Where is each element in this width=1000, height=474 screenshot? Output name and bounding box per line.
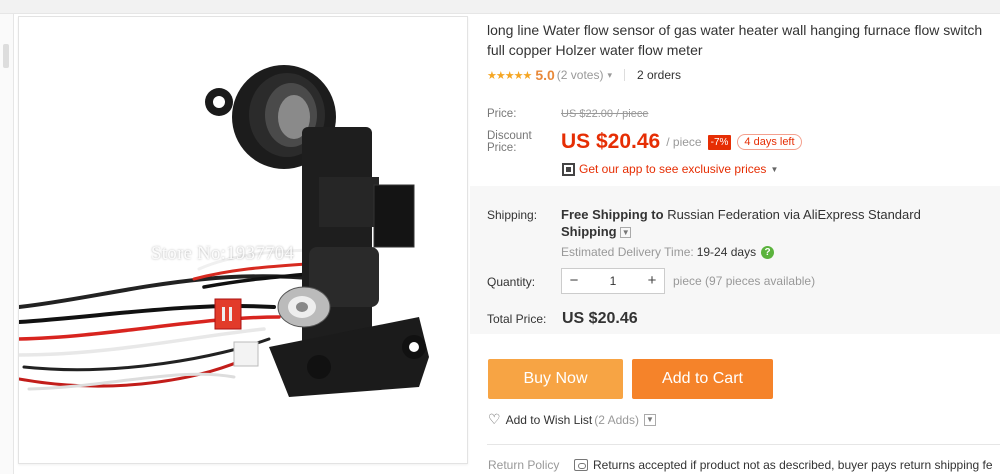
heart-icon[interactable]: ♡ xyxy=(488,411,501,428)
add-to-wishlist-link[interactable]: Add to Wish List xyxy=(506,413,593,427)
star-rating-icon: ★★★★★ xyxy=(487,69,532,82)
shipping-chevron-icon[interactable]: ▼ xyxy=(620,227,632,239)
delivery-estimate-value: 19-24 days xyxy=(696,245,757,259)
original-price-row: Price: US $22.00 / piece xyxy=(487,104,1000,124)
thumbnail-rail[interactable] xyxy=(0,14,14,474)
wishlist-row[interactable]: ♡ Add to Wish List (2 Adds) ▼ xyxy=(488,411,656,428)
wishlist-count: (2 Adds) xyxy=(594,412,639,427)
quantity-stepper[interactable]: − 1 + xyxy=(561,268,665,294)
stock-availability: piece (97 pieces available) xyxy=(673,274,816,288)
return-policy-row: Return Policy Returns accepted if produc… xyxy=(488,458,993,472)
app-promo-text[interactable]: Get our app to see exclusive prices xyxy=(579,162,766,176)
caret-down-icon[interactable]: ▼ xyxy=(770,165,778,174)
product-title: long line Water flow sensor of gas water… xyxy=(487,22,983,58)
rating-row: ★★★★★ 5.0 (2 votes) ▾ 2 orders xyxy=(487,66,1000,84)
shipping-row: Shipping: Free Shipping to Russian Feder… xyxy=(487,206,993,261)
return-policy-text: Returns accepted if product not as descr… xyxy=(593,458,993,472)
vote-count-link[interactable]: (2 votes) xyxy=(557,68,604,82)
discount-label-line2: Price: xyxy=(487,142,517,154)
top-strip xyxy=(0,0,1000,14)
delivery-estimate: Estimated Delivery Time: 19-24 days ? xyxy=(561,244,993,261)
shipping-destination-link[interactable]: Russian Federation via AliExpress Standa… xyxy=(667,207,921,222)
shipping-method[interactable]: Shipping xyxy=(561,224,617,239)
quantity-label: Quantity: xyxy=(487,275,536,289)
shipping-label: Shipping: xyxy=(487,208,538,222)
current-price: US $20.46 xyxy=(561,130,661,153)
add-to-cart-button[interactable]: Add to Cart xyxy=(632,359,773,399)
increase-quantity-button[interactable]: + xyxy=(640,269,664,293)
buy-now-button[interactable]: Buy Now xyxy=(488,359,623,399)
discount-badge: -7% xyxy=(707,134,732,150)
section-divider xyxy=(487,444,1000,445)
decrease-quantity-button[interactable]: − xyxy=(562,269,586,293)
product-image[interactable]: Store No:1937704 xyxy=(18,16,468,464)
delivery-estimate-label: Estimated Delivery Time: xyxy=(561,245,694,259)
shipping-details: Free Shipping to Russian Federation via … xyxy=(561,206,993,261)
qr-code-icon xyxy=(562,162,575,176)
rating-score: 5.0 xyxy=(535,67,555,83)
help-icon[interactable]: ? xyxy=(761,246,775,259)
price-label: Price: xyxy=(487,108,517,120)
quantity-input[interactable]: 1 xyxy=(586,269,640,293)
total-price-value: US $20.46 xyxy=(562,310,638,327)
app-promo-link[interactable]: Get our app to see exclusive prices ▼ xyxy=(562,160,1000,178)
original-price: US $22.00 / piece xyxy=(561,108,649,120)
discount-label-line1: Discount xyxy=(487,130,532,142)
product-info: long line Water flow sensor of gas water… xyxy=(487,20,1000,84)
order-count: 2 orders xyxy=(637,68,682,82)
discount-price-label: Discount Price: xyxy=(487,130,553,154)
total-price-label: Total Price: xyxy=(487,312,547,326)
price-block: Price: US $22.00 / piece Discount Price:… xyxy=(487,104,1000,178)
return-icon xyxy=(574,459,588,471)
free-shipping-text: Free Shipping to xyxy=(561,207,664,222)
price-unit: / piece xyxy=(666,135,702,149)
days-left-badge: 4 days left xyxy=(737,134,802,150)
chevron-down-icon[interactable]: ▾ xyxy=(607,70,612,81)
rating-divider xyxy=(624,69,625,81)
watermark: Store No:1937704 xyxy=(151,243,295,264)
wishlist-chevron-icon[interactable]: ▼ xyxy=(643,413,656,426)
thumbnail-scroll-handle[interactable] xyxy=(3,44,9,68)
return-policy-label: Return Policy xyxy=(488,458,560,472)
total-price-row: Total Price: US $20.46 xyxy=(487,310,638,328)
discount-price-row: Discount Price: US $20.46 / piece -7% 4 … xyxy=(487,128,1000,156)
quantity-row: Quantity: − 1 + piece (97 pieces availab… xyxy=(487,268,815,294)
product-photo xyxy=(19,65,429,397)
